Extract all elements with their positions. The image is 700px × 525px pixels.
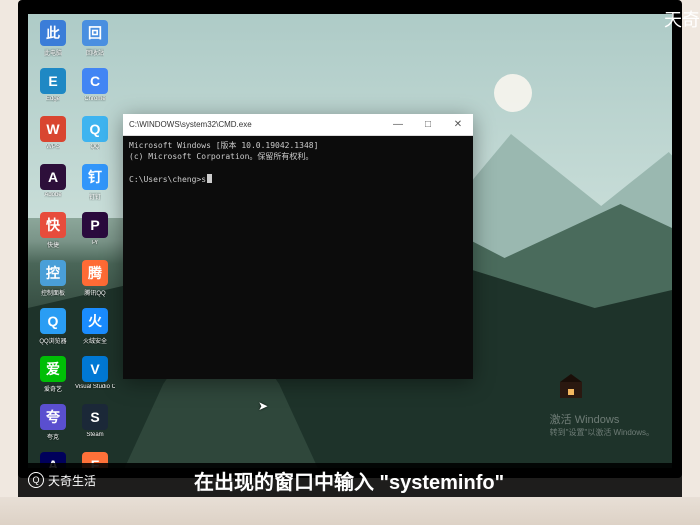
desktop-icon[interactable]: E Edge (32, 68, 74, 116)
desktop-icon[interactable]: 此此电脑 (32, 20, 74, 68)
cmd-window[interactable]: C:\WINDOWS\system32\CMD.exe — □ ✕ Micros… (123, 114, 473, 379)
desktop-icon-label: 钉钉 (89, 192, 101, 201)
subtitle-overlay-bar: Q 天奇生活 在出现的窗口中输入 "systeminfo" (18, 463, 682, 497)
cmd-titlebar[interactable]: C:\WINDOWS\system32\CMD.exe — □ ✕ (123, 114, 473, 136)
app-icon: S (82, 404, 108, 430)
close-button[interactable]: ✕ (443, 114, 473, 136)
cmd-output-line: Microsoft Windows [版本 10.0.19042.1348] (129, 140, 467, 151)
desktop-icon[interactable]: P Pr (74, 212, 116, 260)
app-icon: 控 (40, 260, 66, 286)
cmd-prompt-line[interactable]: C:\Users\cheng>s (129, 174, 467, 185)
desktop-icon[interactable]: 回回收站 (74, 20, 116, 68)
app-icon: 回 (82, 20, 108, 46)
cmd-title-text: C:\WINDOWS\system32\CMD.exe (123, 120, 383, 129)
desktop-icon-label: Pr (92, 240, 98, 246)
app-icon: A (40, 164, 66, 190)
desktop-icon-label: 快捷 (47, 240, 59, 249)
desktop-icon[interactable]: V Visual Studio Code (74, 356, 116, 404)
desktop-icon-label: 回收站 (86, 48, 104, 57)
subtitle-logo-text: 天奇生活 (48, 472, 96, 489)
cmd-blank-line (129, 162, 467, 173)
desktop-icon-label: Visual Studio Code (75, 384, 115, 390)
app-icon: V (82, 356, 108, 382)
app-icon: Q (40, 308, 66, 334)
app-icon: Q (82, 116, 108, 142)
desktop-icon-label: WPS (46, 144, 60, 150)
desktop-icon-label: 此电脑 (44, 48, 62, 57)
desktop-icon-label: Edge (46, 96, 60, 102)
desktop-icon-label: 火绒安全 (83, 336, 107, 345)
desktop-icon-label: Steam (86, 432, 103, 438)
desktop-icon-label: 爱奇艺 (44, 384, 62, 393)
desktop-icon[interactable]: 爱爱奇艺 (32, 356, 74, 404)
app-icon: 腾 (82, 260, 108, 286)
app-icon: C (82, 68, 108, 94)
app-icon: P (82, 212, 108, 238)
desktop-screen: 此此电脑回回收站EEdgeCChromeWWPSQQQAAdobe钉钉钉快快捷P… (28, 14, 672, 468)
activation-title: 激活 Windows (550, 411, 654, 427)
desktop-icon-label: 腾讯QQ (84, 288, 105, 297)
app-icon: W (40, 116, 66, 142)
cmd-typed-input: s (201, 174, 206, 185)
app-icon: 火 (82, 308, 108, 334)
app-icon: 夸 (40, 404, 66, 430)
windows-activation-watermark: 激活 Windows 转到"设置"以激活 Windows。 (550, 411, 654, 438)
app-icon: E (40, 68, 66, 94)
wallpaper-house-window (568, 389, 574, 395)
desktop-icon-label: QQ (90, 144, 99, 150)
desktop-icon-grid: 此此电脑回回收站EEdgeCChromeWWPSQQQAAdobe钉钉钉快快捷P… (32, 20, 116, 468)
desktop-icon[interactable]: S Steam (74, 404, 116, 452)
desktop-icon[interactable]: 火火绒安全 (74, 308, 116, 356)
desktop-icon[interactable]: 夸夸克 (32, 404, 74, 452)
desktop-icon[interactable]: 钉钉钉 (74, 164, 116, 212)
app-icon: 快 (40, 212, 66, 238)
subtitle-logo-icon: Q (28, 472, 44, 488)
app-icon: 爱 (40, 356, 66, 382)
desktop-icon-label: 控制面板 (41, 288, 65, 297)
mouse-cursor-icon: ➤ (258, 399, 268, 413)
desktop-icon-label: 夸克 (47, 432, 59, 441)
cmd-output-line: (c) Microsoft Corporation。保留所有权利。 (129, 151, 467, 162)
desktop-icon[interactable]: C Chrome (74, 68, 116, 116)
desktop-icon[interactable]: W WPS (32, 116, 74, 164)
minimize-button[interactable]: — (383, 114, 413, 136)
subtitle-logo: Q 天奇生活 (18, 472, 96, 489)
cmd-cursor (207, 174, 212, 183)
subtitle-instruction-text: 在出现的窗口中输入 "systeminfo" (96, 466, 682, 495)
app-icon: 钉 (82, 164, 108, 190)
wallpaper-sun (494, 74, 532, 112)
cmd-prompt-path: C:\Users\cheng> (129, 174, 201, 185)
desktop-icon-label: QQ浏览器 (39, 336, 66, 345)
desktop-icon-label: Chrome (84, 96, 105, 102)
desktop-icon[interactable]: A Adobe (32, 164, 74, 212)
desktop-icon[interactable]: Q QQ浏览器 (32, 308, 74, 356)
desktop-icon[interactable]: 快快捷 (32, 212, 74, 260)
overlay-brand-partial: 天奇 (664, 6, 700, 32)
monitor-bezel: 此此电脑回回收站EEdgeCChromeWWPSQQQAAdobe钉钉钉快快捷P… (18, 0, 682, 478)
app-icon: 此 (40, 20, 66, 46)
desktop-icon[interactable]: QQQ (74, 116, 116, 164)
activation-subtitle: 转到"设置"以激活 Windows。 (550, 427, 654, 438)
desktop-icon[interactable]: 控控制面板 (32, 260, 74, 308)
maximize-button[interactable]: □ (413, 114, 443, 136)
cmd-body[interactable]: Microsoft Windows [版本 10.0.19042.1348] (… (123, 136, 473, 379)
desktop-icon[interactable]: 腾腾讯QQ (74, 260, 116, 308)
desktop-icon-label: Adobe (44, 192, 61, 198)
